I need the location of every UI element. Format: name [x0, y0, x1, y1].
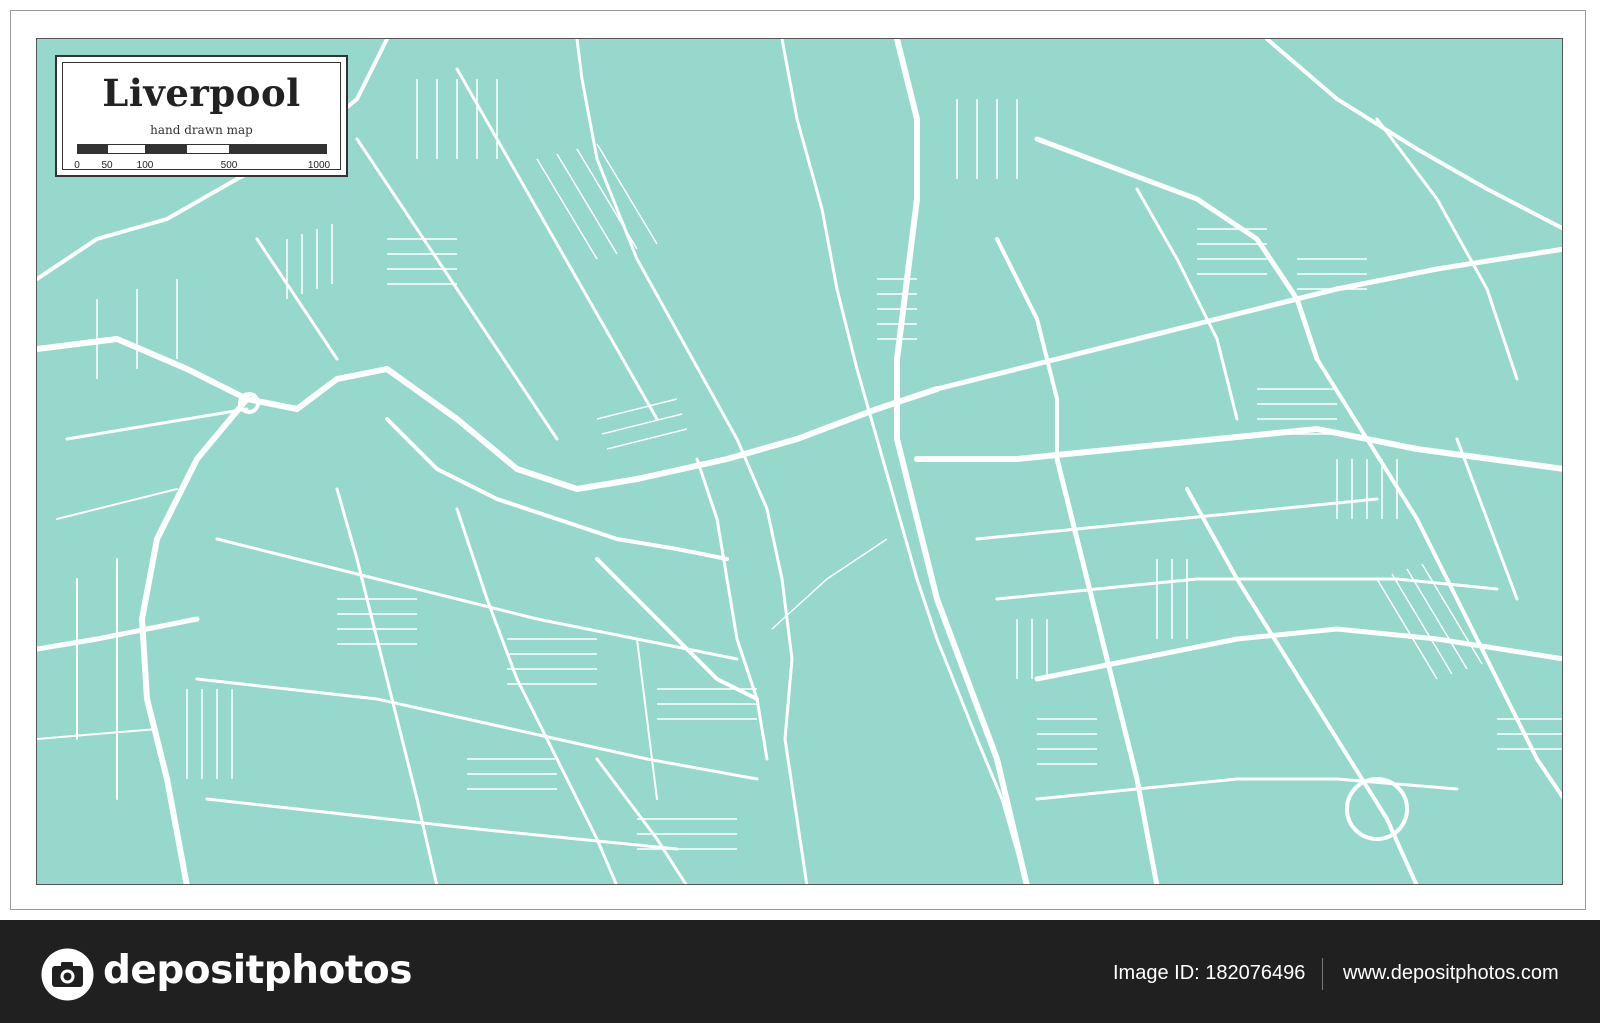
scale-label-50: 50	[101, 160, 113, 171]
scale-label-100: 100	[136, 160, 154, 171]
title-box-border: Liverpool hand drawn map 0 50 100 500 10…	[62, 62, 341, 171]
map-title: Liverpool	[102, 71, 301, 115]
brand-name: depositphotos	[103, 948, 412, 993]
watermark-footer: depositphotos Image ID: 182076496 www.de…	[0, 920, 1600, 1023]
site-url-link[interactable]: www.depositphotos.com	[1343, 962, 1559, 985]
scale-label-500: 500	[220, 160, 238, 171]
image-id-label: Image ID:	[1113, 962, 1200, 984]
scale-segment	[78, 145, 108, 153]
footer-divider	[1322, 958, 1323, 990]
stock-image-canvas: Liverpool hand drawn map 0 50 100 500 10…	[0, 0, 1600, 1023]
camera-icon	[41, 948, 94, 1001]
scale-label-1000: 1000	[307, 160, 331, 171]
image-id-value: 182076496	[1205, 962, 1306, 984]
image-id: Image ID: 182076496	[1113, 962, 1305, 985]
scale-bar	[77, 144, 327, 154]
map-title-box: Liverpool hand drawn map 0 50 100 500 10…	[55, 55, 348, 177]
scale-segment	[187, 145, 229, 153]
scale-segment	[228, 145, 326, 153]
map-subtitle: hand drawn map	[150, 123, 253, 137]
scale-label-0: 0	[74, 160, 80, 171]
scale-segment	[107, 145, 146, 153]
scale-segment	[145, 145, 188, 153]
